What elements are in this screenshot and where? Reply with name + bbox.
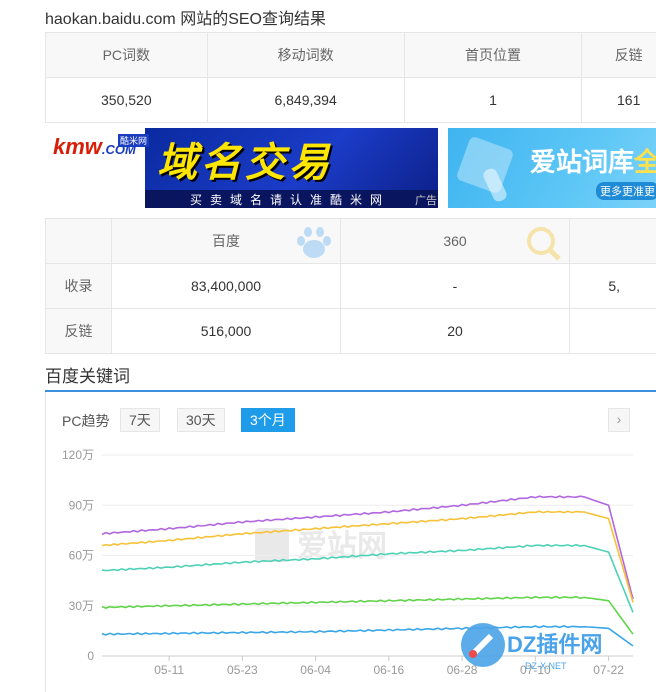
tab-7-days[interactable]: 7天 (120, 408, 160, 432)
kmw-slogan: 买卖域名请认准酷米网 (190, 191, 390, 208)
dz-watermark-text: DZ插件网 (507, 632, 602, 657)
x-tick-label: 06-04 (300, 663, 331, 677)
extra-indexed-value: 5, (570, 264, 656, 309)
header-baidu: 百度 (112, 219, 341, 264)
index-row-indexed: 收录 83,400,000 - 5, (46, 264, 656, 309)
kmw-headline: 域名交易 (157, 130, 333, 188)
360-indexed-value: - (341, 264, 570, 309)
seo-summary-table: PC词数 移动词数 首页位置 反链 350,520 6,849,394 1 16… (45, 32, 656, 123)
seo-header-row: PC词数 移动词数 首页位置 反链 (46, 33, 656, 78)
baidu-indexed-value[interactable]: 83,400,000 (112, 264, 341, 309)
header-extra (570, 219, 656, 264)
paw-icon (292, 225, 336, 261)
chevron-right-icon[interactable]: › (608, 408, 630, 432)
value-homepage-position: 1 (404, 78, 582, 123)
x-tick-label: 06-16 (374, 663, 405, 677)
tab-3-months[interactable]: 3个月 (241, 408, 295, 432)
x-tick-label: 05-11 (154, 663, 184, 677)
ad-label: 广告 (415, 192, 437, 208)
x-tick-label: 05-23 (227, 663, 258, 677)
360-backlinks-value[interactable]: 20 (341, 309, 570, 354)
y-tick-label: 30万 (69, 599, 94, 613)
trend-label: PC趋势 (62, 411, 109, 431)
value-pc-words[interactable]: 350,520 (46, 78, 208, 123)
aizhan-banner-subtitle: 更多更准更 (596, 182, 656, 200)
aizhan-title-highlight: 全 (634, 147, 656, 177)
extra-backlinks-value (570, 309, 656, 354)
value-backlinks[interactable]: 161 (582, 78, 656, 123)
chart-watermark-text: 爱站网 (297, 530, 387, 563)
keywords-section-title: 百度关键词 (45, 362, 130, 387)
header-mobile-words: 移动词数 (207, 33, 404, 78)
index-row-backlinks: 反链 516,000 20 (46, 309, 656, 354)
kmw-ad-banner[interactable]: kmw.COM 酷米网 域名交易 买卖域名请认准酷米网 广告 (45, 128, 438, 208)
decor-shape (456, 136, 515, 195)
x-tick-label: 07-22 (593, 663, 624, 677)
index-header-row: 百度 360 (46, 219, 656, 264)
header-360-label: 360 (443, 233, 466, 249)
series-line (102, 597, 633, 635)
magnifier-icon (525, 225, 565, 261)
seo-value-row: 350,520 6,849,394 1 161 (46, 78, 656, 123)
series-line (102, 545, 633, 613)
dz-watermark: DZ插件网 DZ-X.NET (461, 623, 602, 671)
kmw-logo-badge: 酷米网 (118, 134, 149, 147)
trend-line-chart: 爱站网 0 30万 60万 90万 120万 05-11 05-23 06-04 06-16 06… (45, 440, 645, 687)
y-tick-label: 120万 (62, 448, 94, 462)
y-tick-label: 90万 (69, 498, 94, 512)
y-tick-label: 60万 (69, 549, 94, 563)
aizhan-title-text: 爱站词库 (530, 147, 634, 177)
index-table: 百度 360 收录 83,400,000 - 5, 反链 516,000 20 (45, 218, 656, 354)
header-360: 360 (341, 219, 570, 264)
row-label-backlinks: 反链 (46, 309, 112, 354)
value-mobile-words[interactable]: 6,849,394 (207, 78, 404, 123)
header-baidu-label: 百度 (212, 233, 240, 249)
y-tick-label: 0 (87, 649, 94, 663)
row-label-indexed: 收录 (46, 264, 112, 309)
page-title: haokan.baidu.com 网站的SEO查询结果 (45, 5, 326, 29)
header-empty (46, 219, 112, 264)
header-homepage-position: 首页位置 (404, 33, 582, 78)
header-pc-words: PC词数 (46, 33, 208, 78)
tab-30-days[interactable]: 30天 (177, 408, 225, 432)
dz-watermark-subtext: DZ-X.NET (525, 661, 567, 671)
header-backlinks: 反链 (582, 33, 656, 78)
x-tick-label: 06-28 (447, 663, 478, 677)
aizhan-banner-title: 爱站词库全 (530, 142, 656, 179)
aizhan-ad-banner[interactable]: 爱站词库全 更多更准更 (448, 128, 656, 208)
baidu-backlinks-value[interactable]: 516,000 (112, 309, 341, 354)
kmw-logo-text: kmw (53, 134, 102, 159)
